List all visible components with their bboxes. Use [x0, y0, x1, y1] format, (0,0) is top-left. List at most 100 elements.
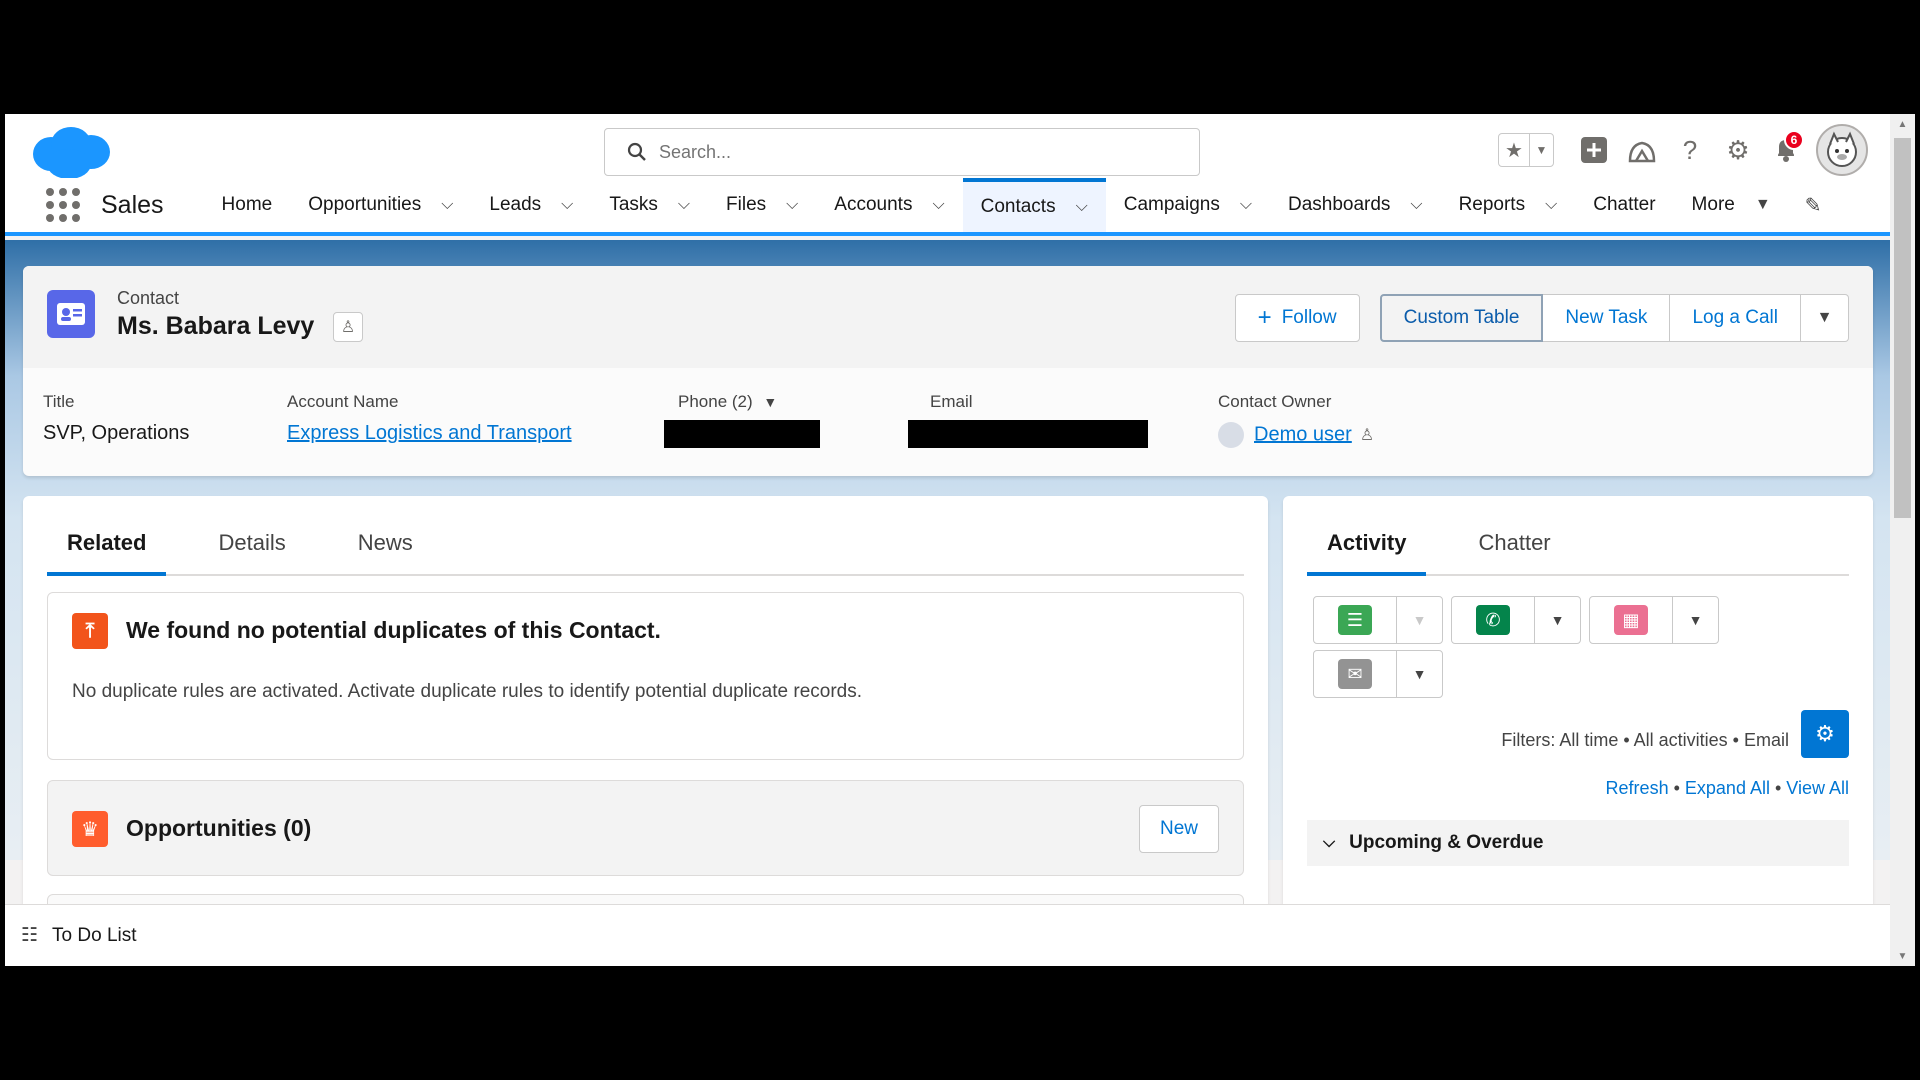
nav-item-tasks[interactable]: Tasks ⌵ [591, 178, 708, 232]
refresh-link[interactable]: Refresh [1606, 778, 1669, 798]
global-header: Search... ★ ▼ ? ⚙ 6 [5, 114, 1890, 179]
app-navigation: Sales Home Opportunities ⌵ Leads ⌵ Tasks ⌵ … [5, 178, 1890, 236]
tab-details[interactable]: Details [198, 526, 305, 576]
trailhead-icon[interactable] [1618, 126, 1666, 174]
tab-related[interactable]: Related [47, 526, 167, 576]
duplicates-title: We found no potential duplicates of this… [126, 617, 661, 643]
chevron-down-icon[interactable]: ⌵ [678, 196, 690, 214]
tab-chatter[interactable]: Chatter [1458, 526, 1570, 576]
log-a-call-button[interactable]: Log a Call [1670, 294, 1801, 342]
new-event-action[interactable]: ▦ [1590, 597, 1672, 643]
account-link[interactable]: Express Logistics and Transport [287, 422, 572, 444]
calendar-icon: ▦ [1614, 605, 1648, 635]
app-launcher-icon[interactable] [35, 185, 91, 225]
new-task-action[interactable]: ☰ [1314, 597, 1396, 643]
edit-nav-pencil-icon[interactable]: ✎ [1805, 193, 1822, 218]
new-task-button[interactable]: New Task [1543, 294, 1671, 342]
chevron-down-icon[interactable]: ⌵ [441, 196, 453, 214]
chevron-down-icon[interactable]: ⌵ [1240, 196, 1252, 214]
chevron-down-icon[interactable]: ▼ [1396, 651, 1442, 697]
nav-label: Home [221, 194, 273, 215]
opportunities-title[interactable]: Opportunities (0) [126, 815, 311, 842]
salesforce-logo[interactable] [27, 122, 117, 182]
todo-list-item[interactable]: ☷ To Do List [21, 924, 137, 947]
log-a-call-label: Log a Call [1692, 307, 1778, 328]
nav-label: Files [726, 194, 767, 215]
global-search[interactable]: Search... [604, 128, 1200, 176]
follow-button[interactable]: + Follow [1234, 294, 1360, 342]
view-all-link[interactable]: View All [1786, 778, 1849, 798]
nav-label: Chatter [1593, 194, 1656, 215]
chevron-down-icon[interactable]: ⌵ [1076, 198, 1088, 216]
page-scrollbar[interactable]: ▲ ▼ [1890, 114, 1915, 966]
scrollbar-thumb[interactable] [1894, 138, 1911, 518]
activity-filters-text: Filters: All time • All activities • Ema… [1501, 730, 1789, 750]
separator-dot: • [1673, 778, 1685, 798]
chevron-down-icon[interactable]: ▼ [1396, 597, 1442, 643]
favorites-group: ★ ▼ [1498, 133, 1554, 167]
nav-label: Opportunities [308, 194, 422, 215]
nav-item-accounts[interactable]: Accounts ⌵ [816, 178, 962, 232]
nav-item-files[interactable]: Files ⌵ [708, 178, 816, 232]
caret-down-icon[interactable]: ▼ [1755, 196, 1771, 214]
scroll-up-arrow-icon[interactable]: ▲ [1890, 114, 1915, 134]
redacted-email [908, 420, 1148, 448]
upcoming-overdue-section[interactable]: ⌵ Upcoming & Overdue [1307, 820, 1849, 866]
nav-label: Dashboards [1287, 194, 1391, 215]
nav-item-home[interactable]: Home [204, 178, 291, 232]
record-fields: Title SVP, Operations Account Name Expre… [23, 368, 1873, 476]
chevron-down-icon[interactable]: ⌵ [1545, 196, 1557, 214]
chevron-down-icon[interactable]: ⌵ [786, 196, 798, 214]
email-action[interactable]: ✉ [1314, 651, 1396, 697]
record-object-type: Contact [117, 288, 180, 308]
nav-item-campaigns[interactable]: Campaigns ⌵ [1106, 178, 1270, 232]
chevron-down-icon[interactable]: ⌵ [561, 196, 573, 214]
app-name: Sales [101, 190, 164, 219]
phone-label-row[interactable]: Phone (2) ▼ [678, 392, 820, 412]
nav-item-contacts[interactable]: Contacts ⌵ [962, 178, 1106, 232]
chevron-down-icon[interactable]: ▼ [1672, 597, 1718, 643]
owner-link[interactable]: Demo user [1254, 423, 1352, 445]
custom-table-label: Custom Table [1403, 307, 1520, 328]
follow-label: Follow [1281, 307, 1337, 328]
notifications-bell-icon[interactable]: 6 [1762, 126, 1810, 174]
nav-item-more[interactable]: More ▼ [1674, 178, 1789, 232]
hierarchy-icon[interactable]: ♙ [333, 312, 363, 342]
field-label: Phone (2) [678, 392, 753, 411]
caret-down-icon[interactable]: ▼ [763, 394, 777, 410]
tab-activity[interactable]: Activity [1307, 526, 1427, 576]
tab-news[interactable]: News [338, 526, 433, 576]
user-avatar[interactable] [1816, 124, 1868, 176]
chevron-down-icon[interactable]: ▼ [1534, 597, 1580, 643]
nav-label: Reports [1458, 194, 1526, 215]
related-panel: Related Details News ⤒ We found no poten… [23, 496, 1268, 966]
more-actions-caret-icon[interactable]: ▼ [1801, 294, 1849, 342]
star-icon[interactable]: ★ [1499, 134, 1529, 166]
scroll-down-arrow-icon[interactable]: ▼ [1890, 946, 1915, 966]
custom-table-button[interactable]: Custom Table [1379, 294, 1544, 342]
field-contact-owner: Contact Owner Demo user ♙ [1218, 392, 1374, 448]
nav-item-leads[interactable]: Leads ⌵ [471, 178, 591, 232]
nav-label: Accounts [834, 194, 913, 215]
help-icon[interactable]: ? [1666, 126, 1714, 174]
nav-item-chatter[interactable]: Chatter [1575, 178, 1673, 232]
global-actions-icon[interactable] [1570, 126, 1618, 174]
new-opportunity-button[interactable]: New [1138, 805, 1219, 853]
nav-item-reports[interactable]: Reports ⌵ [1441, 178, 1576, 232]
nav-item-opportunities[interactable]: Opportunities ⌵ [290, 178, 471, 232]
salesforce-window: Search... ★ ▼ ? ⚙ 6 Sales Home Opportuni… [5, 114, 1915, 966]
chevron-down-icon[interactable]: ⌵ [932, 196, 944, 214]
nav-item-dashboards[interactable]: Dashboards ⌵ [1270, 178, 1441, 232]
activity-composer-buttons: ☰ ▼ ✆ ▼ ▦ ▼ ✉ ▼ [1313, 596, 1733, 704]
change-owner-icon[interactable]: ♙ [1360, 427, 1374, 444]
owner-avatar [1218, 422, 1244, 448]
filter-settings-gear-icon[interactable]: ⚙ [1801, 710, 1849, 758]
expand-all-link[interactable]: Expand All [1685, 778, 1770, 798]
duplicates-text: No duplicate rules are activated. Activa… [72, 681, 863, 702]
chevron-down-icon[interactable]: ⌵ [1410, 196, 1422, 214]
field-label: Email [930, 392, 973, 411]
log-call-action[interactable]: ✆ [1452, 597, 1534, 643]
settings-gear-icon[interactable]: ⚙ [1714, 126, 1762, 174]
contact-icon [47, 290, 95, 338]
favorites-chevron-icon[interactable]: ▼ [1529, 134, 1553, 166]
